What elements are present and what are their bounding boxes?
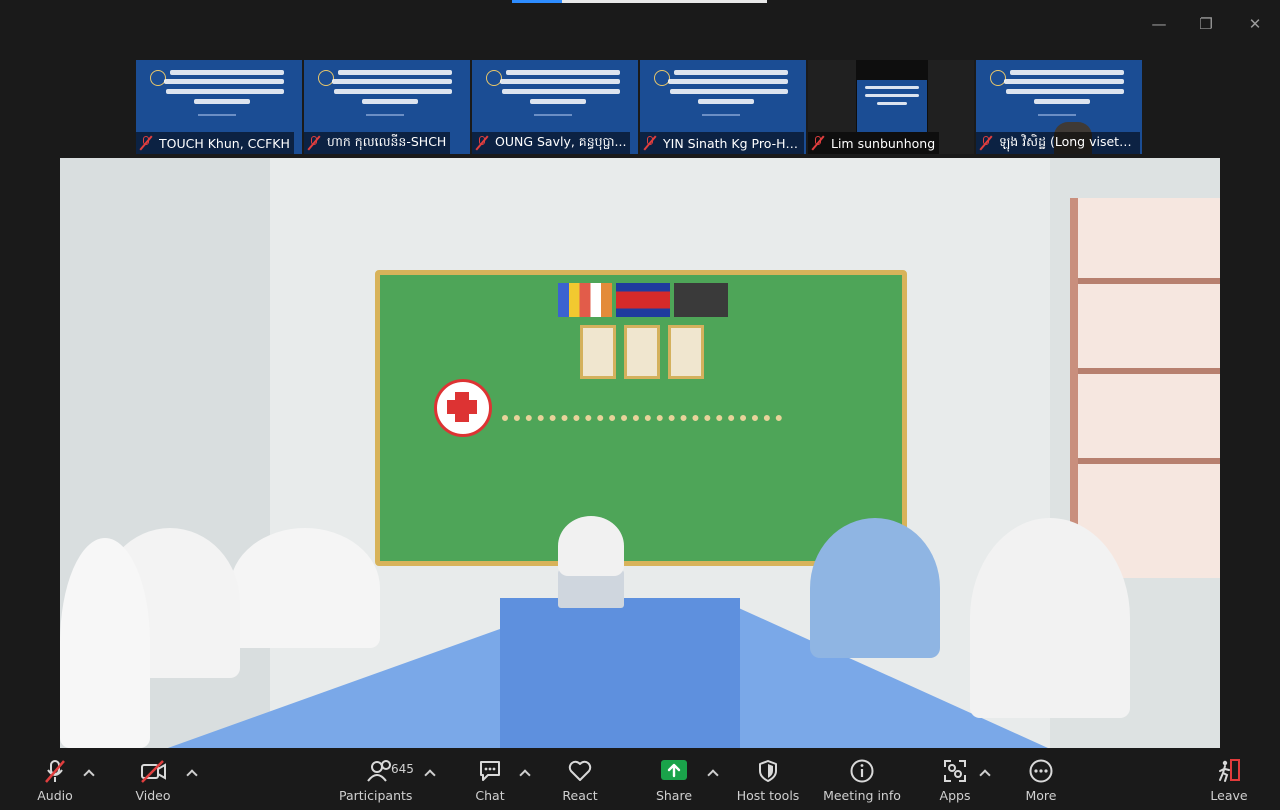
participants-label: Participants [339, 788, 413, 803]
chat-button[interactable]: Chat [472, 758, 508, 808]
signboard-lettering [502, 387, 782, 421]
share-button[interactable]: Share [654, 758, 694, 808]
mic-muted-icon [643, 135, 657, 151]
host-tools-label: Host tools [736, 788, 800, 803]
video-scene-window [1070, 198, 1220, 578]
minimize-icon[interactable]: — [1145, 10, 1173, 38]
video-scene-person [810, 518, 940, 658]
mic-muted-icon [811, 135, 825, 151]
participant-name-chip: OUNG Savly, គន្ធបុប្ផា... [472, 132, 631, 154]
share-screen-icon [654, 758, 694, 784]
participant-name-chip: ហាក កុលលេនីន-SHCH [304, 132, 451, 154]
apps-button[interactable]: Apps [938, 758, 972, 808]
shared-slide-thumbnail [648, 64, 798, 124]
meeting-toolbar: Audio Video Participants 645 Chat React … [0, 748, 1280, 810]
participant-name: YIN Sinath Kg Pro-Hos... [663, 135, 800, 151]
leave-label: Leave [1210, 788, 1248, 803]
participant-tile[interactable]: YIN Sinath Kg Pro-Hos... [640, 60, 806, 154]
mic-muted-icon [475, 135, 489, 151]
audio-options-chevron-icon[interactable] [84, 768, 94, 778]
participant-name: OUNG Savly, គន្ធបុប្ផា... [495, 133, 627, 149]
video-button[interactable]: Video [134, 758, 172, 808]
apps-options-chevron-icon[interactable] [980, 768, 990, 778]
screen-share-indicator [512, 0, 767, 3]
host-tools-button[interactable]: Host tools [736, 758, 800, 808]
mic-muted-icon [979, 135, 993, 151]
close-icon[interactable]: ✕ [1241, 10, 1269, 38]
more-label: More [1025, 788, 1057, 803]
window-titlebar: — ❐ ✕ [0, 0, 1280, 48]
participant-name: Lim sunbunhong [831, 135, 936, 151]
heart-icon [560, 758, 600, 784]
info-icon [823, 758, 901, 784]
participant-name-chip: YIN Sinath Kg Pro-Hos... [640, 132, 804, 154]
participant-name: TOUCH Khun, CCFKH [159, 135, 290, 151]
meeting-info-button[interactable]: Meeting info [823, 758, 901, 808]
shield-icon [736, 758, 800, 784]
more-icon [1024, 758, 1058, 784]
share-options-chevron-icon[interactable] [708, 768, 718, 778]
shared-slide-thumbnail [144, 64, 294, 124]
participant-tile[interactable]: TOUCH Khun, CCFKH [136, 60, 302, 154]
shared-slide-thumbnail [984, 64, 1134, 124]
participant-tile[interactable]: ឡុង វិសិដ្ឋ (Long viseth)... [976, 60, 1142, 154]
participant-name-chip: Lim sunbunhong [808, 132, 940, 154]
chat-icon [472, 758, 508, 784]
more-button[interactable]: More [1024, 758, 1058, 808]
participant-name-chip: TOUCH Khun, CCFKH [136, 132, 294, 154]
participant-name-chip: ឡុង វិសិដ្ឋ (Long viseth)... [976, 132, 1140, 154]
mic-muted-icon [36, 758, 74, 784]
participant-tile[interactable]: Lim sunbunhong [808, 60, 974, 154]
participants-count: 645 [391, 762, 414, 776]
share-label: Share [655, 788, 693, 803]
shared-slide-thumbnail [312, 64, 462, 124]
audio-button[interactable]: Audio [36, 758, 74, 808]
video-scene-person [230, 528, 380, 648]
chat-label: Chat [475, 788, 505, 803]
active-speaker-video[interactable] [60, 158, 1220, 748]
leave-icon [1210, 758, 1248, 784]
video-label: Video [135, 788, 171, 803]
video-scene-person [970, 518, 1130, 718]
video-options-chevron-icon[interactable] [187, 768, 197, 778]
restore-icon[interactable]: ❐ [1192, 10, 1220, 38]
meeting-info-label: Meeting info [823, 788, 901, 803]
participant-tile[interactable]: ហាក កុលលេនីន-SHCH [304, 60, 470, 154]
participant-tile[interactable]: OUNG Savly, គន្ធបុប្ផា... [472, 60, 638, 154]
hospital-emblem [434, 379, 492, 437]
participant-strip: TOUCH Khun, CCFKH ហាក កុលលេនីន-SHCH OUNG… [136, 60, 1146, 154]
shared-slide-thumbnail [480, 64, 630, 124]
participants-options-chevron-icon[interactable] [425, 768, 435, 778]
participant-name: ហាក កុលលេនីន-SHCH [327, 133, 447, 149]
mic-muted-icon [139, 135, 153, 151]
react-button[interactable]: React [560, 758, 600, 808]
react-label: React [562, 788, 598, 803]
chat-options-chevron-icon[interactable] [520, 768, 530, 778]
video-off-icon [134, 758, 172, 784]
video-scene-person [558, 516, 624, 576]
mic-muted-icon [307, 135, 321, 151]
apps-label: Apps [939, 788, 971, 803]
audio-label: Audio [37, 788, 73, 803]
apps-icon [938, 758, 972, 784]
leave-button[interactable]: Leave [1210, 758, 1248, 808]
video-scene-table [500, 598, 740, 748]
shared-screen-thumbnail [856, 60, 928, 132]
video-scene-signboard [375, 270, 907, 566]
participants-button[interactable]: Participants 645 [339, 758, 414, 808]
participant-name: ឡុង វិសិដ្ឋ (Long viseth)... [999, 133, 1136, 149]
video-scene-person [60, 538, 150, 748]
